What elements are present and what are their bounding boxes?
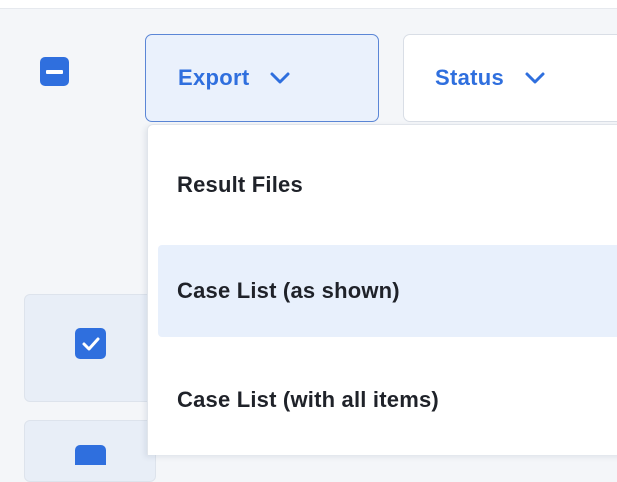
menu-item-case-list-as-shown[interactable]: Case List (as shown) bbox=[158, 245, 617, 337]
export-dropdown-button[interactable]: Export bbox=[145, 34, 379, 122]
status-button-label: Status bbox=[435, 65, 505, 90]
row-checkbox[interactable] bbox=[75, 445, 106, 465]
chevron-down-icon bbox=[524, 71, 546, 85]
row-checkbox[interactable] bbox=[75, 328, 106, 359]
top-divider bbox=[0, 0, 617, 9]
menu-item-label: Case List (as shown) bbox=[177, 278, 400, 303]
select-all-checkbox[interactable] bbox=[40, 57, 69, 86]
chevron-down-icon bbox=[269, 71, 291, 85]
menu-item-case-list-all-items[interactable]: Case List (with all items) bbox=[158, 354, 617, 446]
export-dropdown-menu: Result Files Case List (as shown) Case L… bbox=[147, 124, 617, 455]
check-icon bbox=[82, 337, 99, 350]
menu-item-label: Result Files bbox=[177, 172, 303, 197]
minus-icon bbox=[46, 69, 63, 74]
export-button-label: Export bbox=[178, 65, 250, 90]
menu-item-label: Case List (with all items) bbox=[177, 387, 439, 412]
status-dropdown-button[interactable]: Status bbox=[403, 34, 617, 122]
menu-item-result-files[interactable]: Result Files bbox=[158, 139, 617, 231]
